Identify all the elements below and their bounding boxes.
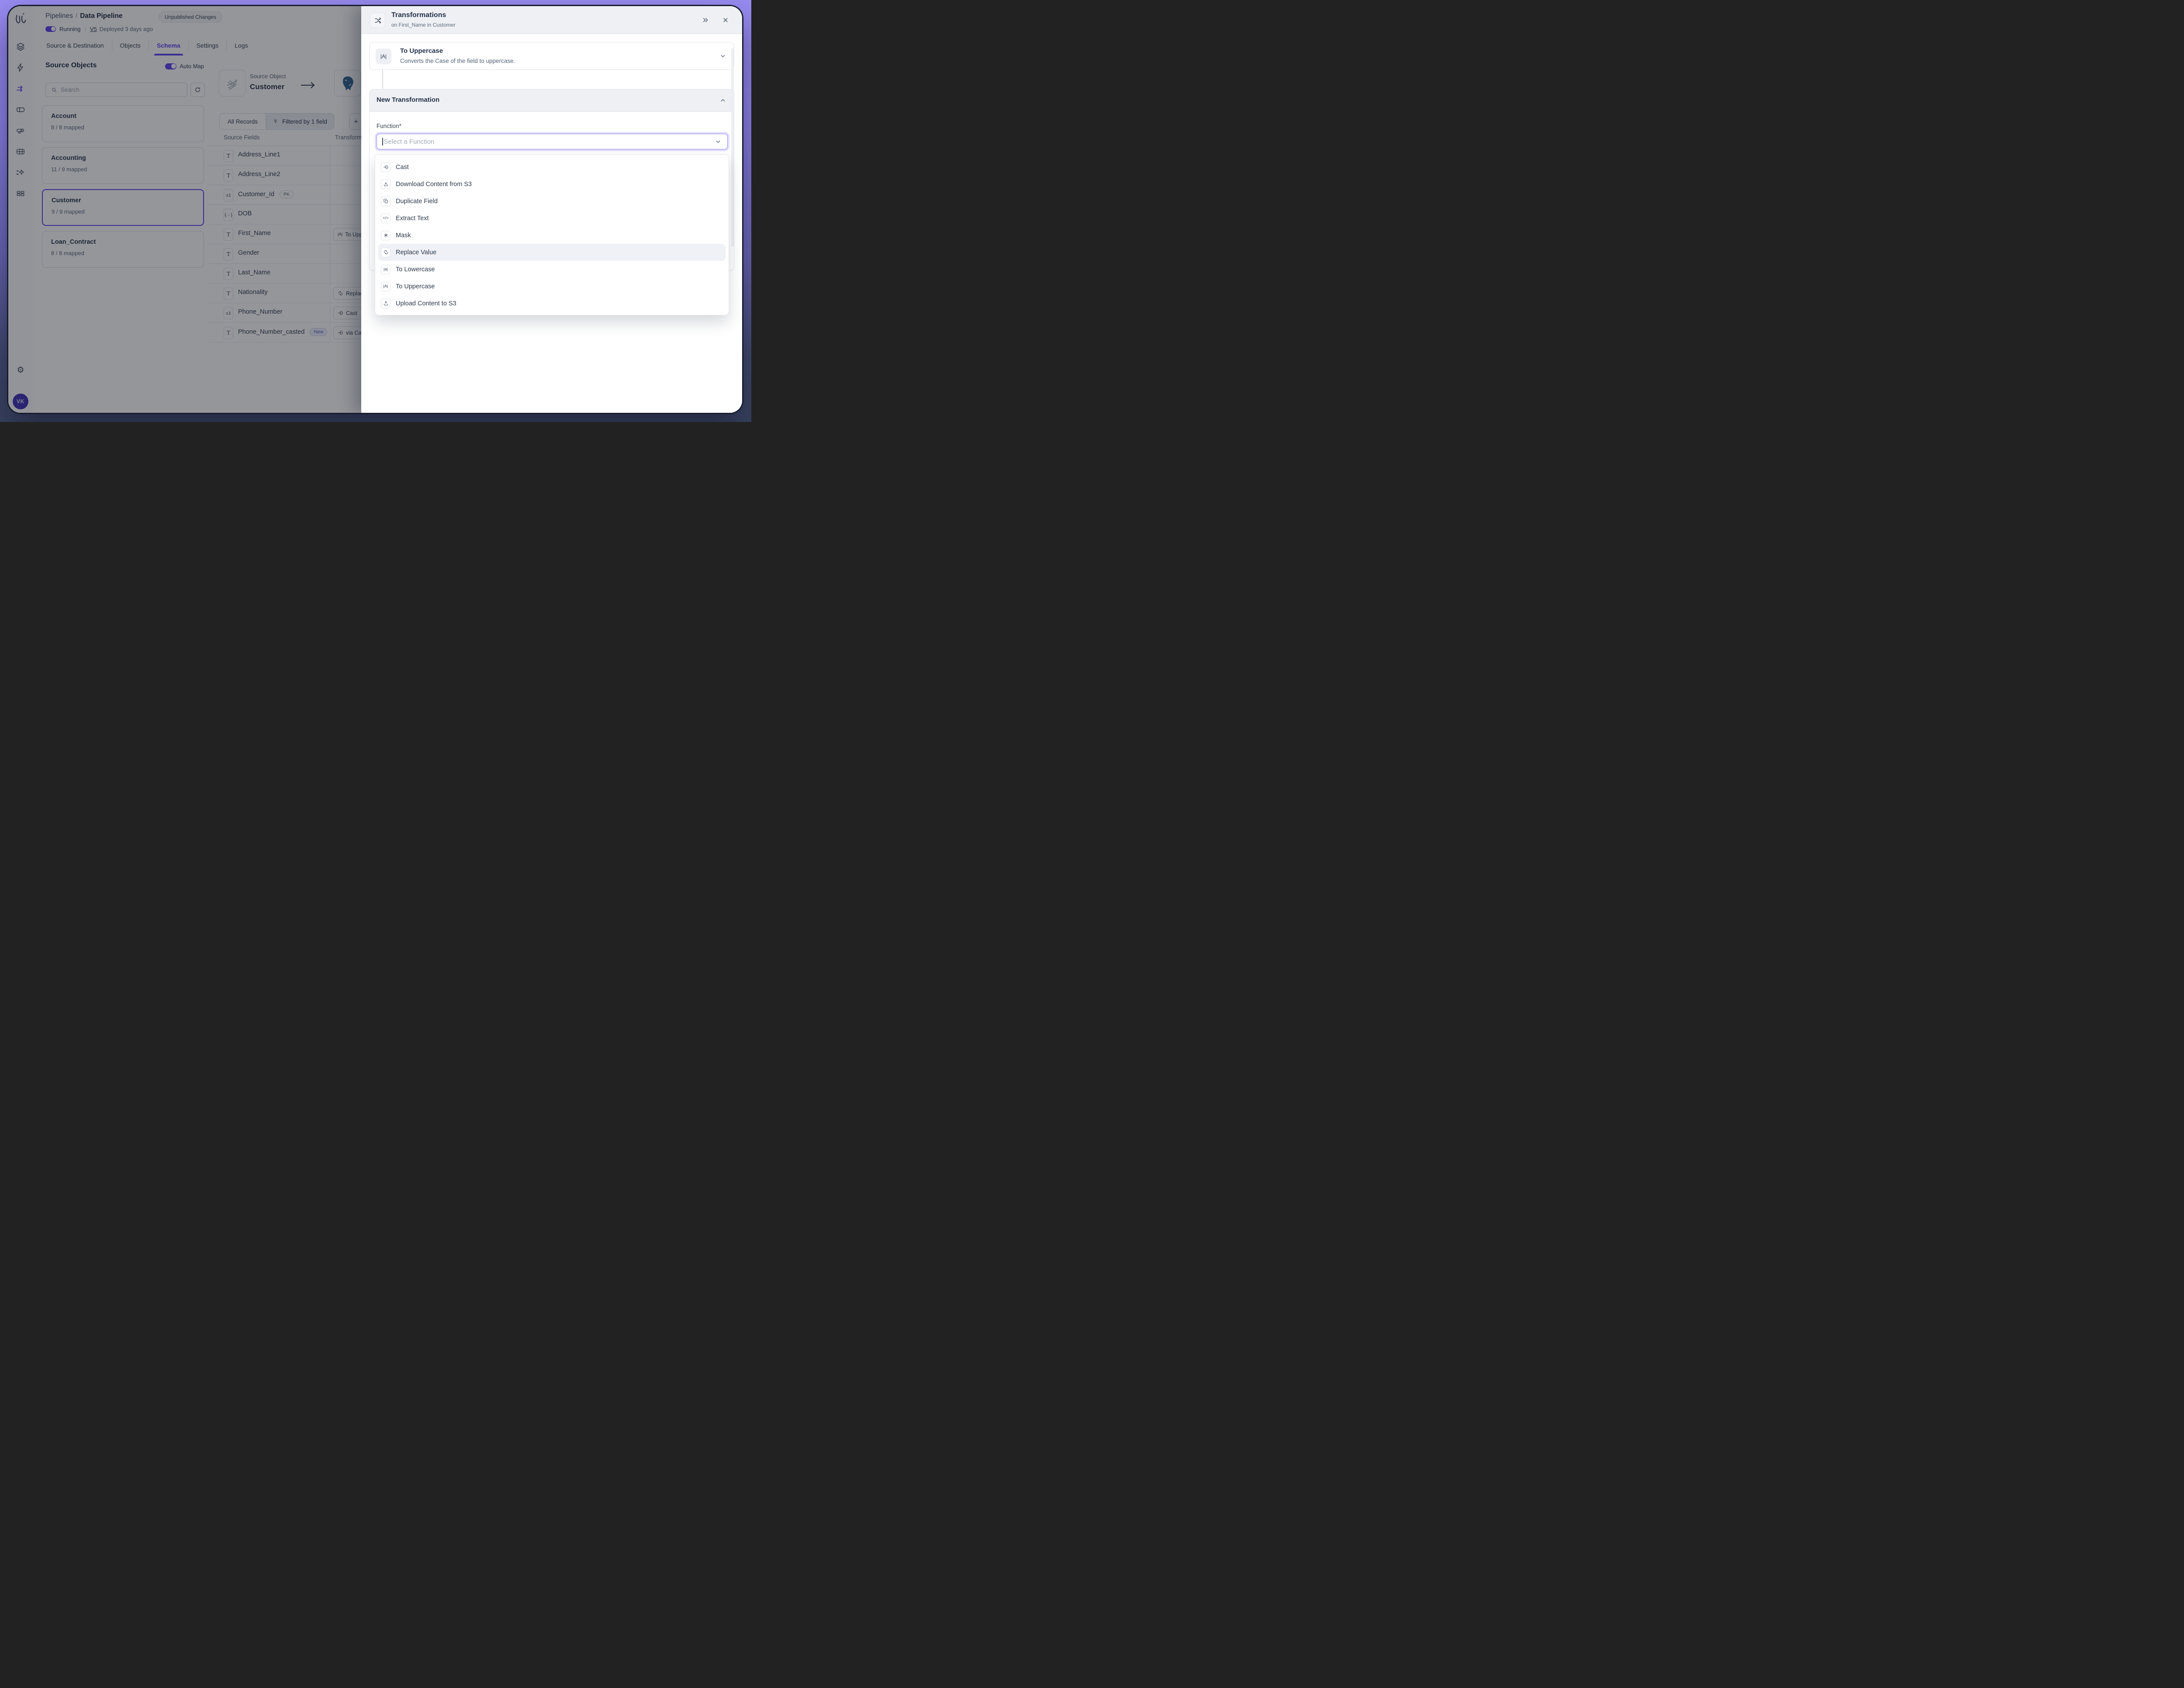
chevron-up-icon[interactable] (719, 97, 727, 104)
function-label: Function* (377, 123, 401, 129)
upload-icon (381, 299, 390, 308)
transformation-title: To Uppercase (400, 47, 443, 55)
modal-dim-overlay[interactable] (8, 6, 361, 413)
text-caret (382, 138, 383, 145)
download-icon (381, 180, 390, 189)
drawer-title: Transformations (391, 11, 446, 19)
chevron-down-icon[interactable] (714, 138, 722, 145)
drawer-header: Transformations on First_Name in Custome… (361, 6, 742, 34)
connector-line (382, 70, 383, 89)
drawer-subtitle: on First_Name in Customer (391, 22, 456, 28)
function-option-replace-value[interactable]: Replace Value (378, 244, 726, 261)
replace-icon (381, 248, 390, 257)
lowercase-icon: |a| (381, 265, 390, 274)
chevron-down-icon[interactable] (719, 52, 727, 60)
collapse-drawer-icon[interactable] (701, 16, 710, 24)
close-icon[interactable] (721, 16, 730, 24)
function-option-cast[interactable]: Cast (378, 159, 726, 176)
function-option-to-uppercase[interactable]: |A|To Uppercase (378, 278, 726, 295)
uppercase-icon: |A| (376, 48, 391, 64)
extract-icon: </> (381, 214, 390, 223)
select-placeholder: Select a Function (384, 138, 435, 145)
function-option-duplicate-field[interactable]: Duplicate Field (378, 193, 726, 210)
duplicate-icon (381, 197, 390, 206)
function-option-extract-text[interactable]: </>Extract Text (378, 210, 726, 227)
mask-icon (381, 231, 390, 240)
transformation-description: Converts the Case of the field to upperc… (400, 58, 515, 64)
new-transformation-header[interactable]: New Transformation (370, 90, 734, 112)
cast-icon (381, 163, 390, 172)
uppercase-icon: |A| (381, 282, 390, 291)
function-select[interactable]: Select a Function (377, 134, 728, 149)
function-dropdown: CastDownload Content from S3Duplicate Fi… (375, 154, 729, 315)
drawer-scrollbar[interactable] (731, 48, 734, 247)
function-option-to-lowercase[interactable]: |a|To Lowercase (378, 261, 726, 278)
new-transformation-title: New Transformation (377, 96, 439, 104)
existing-transformation-card[interactable]: |A| To Uppercase Converts the Case of th… (369, 42, 734, 70)
function-option-mask[interactable]: Mask (378, 227, 726, 244)
transformations-drawer: Transformations on First_Name in Custome… (361, 6, 742, 413)
page-background: ⚙ VK Pipelines/Data Pipeline Unpublished… (0, 0, 751, 422)
function-option-download-content-from-s3[interactable]: Download Content from S3 (378, 176, 726, 193)
shuffle-icon (370, 13, 385, 28)
function-option-upload-content-to-s3[interactable]: Upload Content to S3 (378, 295, 726, 312)
app-window: ⚙ VK Pipelines/Data Pipeline Unpublished… (8, 6, 742, 413)
